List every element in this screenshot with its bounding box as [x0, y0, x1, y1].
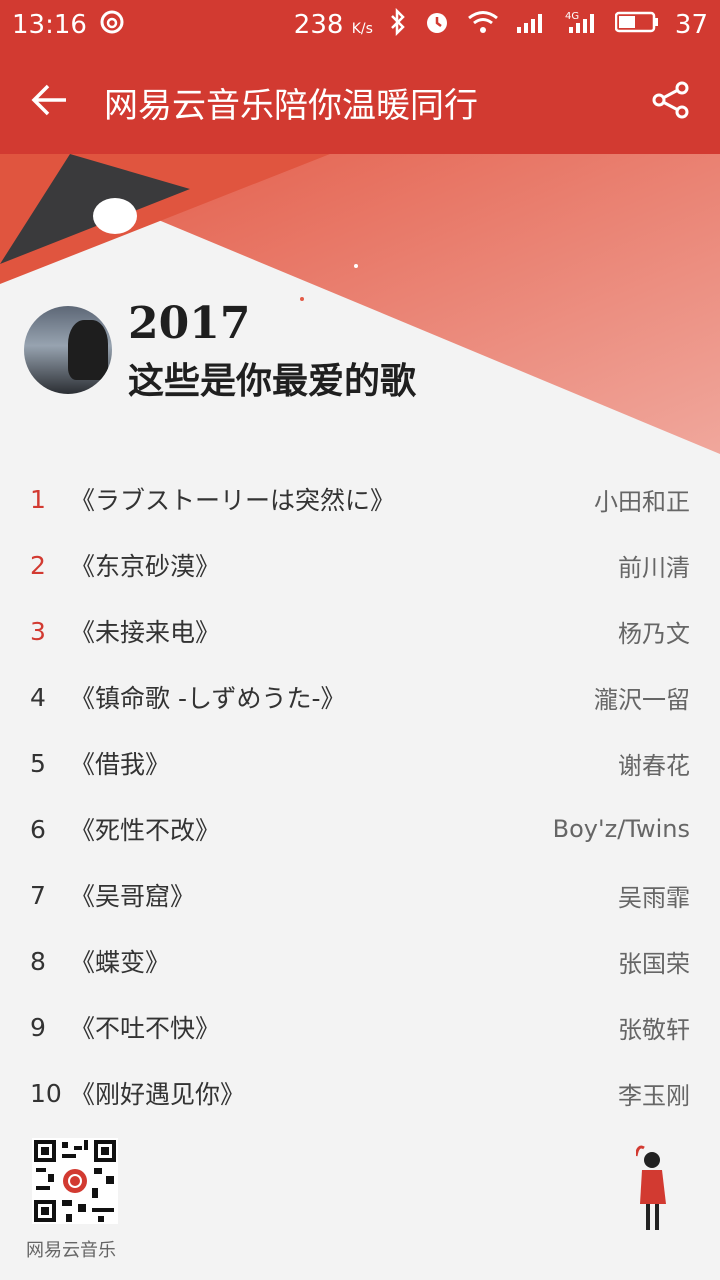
- song-row[interactable]: 2 《东京砂漠》 前川清: [0, 532, 720, 598]
- song-row[interactable]: 5 《借我》 谢春花: [0, 730, 720, 796]
- song-rank: 2: [30, 550, 46, 580]
- song-title: 《刚好遇见你》: [70, 1080, 246, 1109]
- song-row[interactable]: 9 《不吐不快》 张敬轩: [0, 994, 720, 1060]
- netease-logo-icon: [99, 9, 125, 42]
- battery-icon: [614, 9, 659, 42]
- song-rank: 10: [30, 1078, 62, 1108]
- qr-label: 网易云音乐: [26, 1240, 116, 1261]
- bluetooth-icon: [389, 7, 407, 43]
- song-title: 《吴哥窟》: [70, 882, 196, 911]
- song-rank: 9: [30, 1012, 46, 1042]
- battery-level: 37: [674, 10, 708, 40]
- song-rank: 5: [30, 748, 46, 778]
- banner-decoration: [0, 154, 720, 484]
- person-illustration-icon: [634, 1142, 672, 1234]
- song-row[interactable]: 1 《ラブストーリーは突然に》 小田和正: [0, 466, 720, 532]
- 4g-signal-icon: 4G: [565, 9, 599, 42]
- song-rank: 8: [30, 946, 46, 976]
- page-title: 网易云音乐陪你温暖同行: [104, 85, 478, 126]
- network-speed: 238 K/s: [293, 10, 373, 40]
- song-title: 《ラブストーリーは突然に》: [70, 486, 396, 515]
- song-row[interactable]: 4 《镇命歌 -しずめうた-》 瀧沢一留: [0, 664, 720, 730]
- alarm-icon: [423, 8, 451, 43]
- song-artist: 谢春花: [618, 751, 690, 780]
- avatar: [24, 306, 112, 394]
- song-artist: 杨乃文: [618, 619, 690, 648]
- song-list: 1 《ラブストーリーは突然に》 小田和正 2 《东京砂漠》 前川清 3 《未接来…: [0, 466, 720, 1126]
- headline: 这些是你最爱的歌: [128, 360, 417, 402]
- song-title: 《死性不改》: [70, 816, 221, 845]
- song-title: 《借我》: [70, 750, 171, 779]
- song-artist: 吴雨霏: [618, 883, 690, 912]
- back-arrow-icon[interactable]: [28, 79, 70, 125]
- song-title: 《东京砂漠》: [70, 552, 221, 581]
- qr-code: [32, 1138, 118, 1224]
- song-row[interactable]: 8 《蝶变》 张国荣: [0, 928, 720, 994]
- svg-text:4G: 4G: [565, 11, 579, 22]
- song-title: 《不吐不快》: [70, 1014, 221, 1043]
- song-rank: 3: [30, 616, 46, 646]
- song-row[interactable]: 7 《吴哥窟》 吴雨霏: [0, 862, 720, 928]
- song-title: 《未接来电》: [70, 618, 221, 647]
- status-bar: 13:16 238 K/s 4G 37: [0, 0, 720, 50]
- speed-unit: K/s: [351, 21, 373, 37]
- song-row[interactable]: 10 《刚好遇见你》 李玉刚: [0, 1060, 720, 1126]
- song-artist: 前川清: [618, 553, 690, 582]
- song-artist: 小田和正: [594, 487, 690, 516]
- song-row[interactable]: 6 《死性不改》 Boy'z/Twins: [0, 796, 720, 862]
- song-artist: 张国荣: [618, 949, 690, 978]
- song-title: 《镇命歌 -しずめうた-》: [70, 684, 346, 713]
- song-rank: 7: [30, 880, 46, 910]
- wifi-icon: [467, 9, 499, 42]
- song-rank: 4: [30, 682, 46, 712]
- song-artist: Boy'z/Twins: [552, 815, 690, 843]
- app-bar: 网易云音乐陪你温暖同行: [0, 50, 720, 154]
- song-artist: 张敬轩: [618, 1015, 690, 1044]
- song-artist: 李玉刚: [618, 1081, 690, 1110]
- song-rank: 1: [30, 484, 46, 514]
- signal-icon: [515, 9, 549, 42]
- year-heading: 2017: [128, 298, 251, 349]
- song-rank: 6: [30, 814, 46, 844]
- song-row[interactable]: 3 《未接来电》 杨乃文: [0, 598, 720, 664]
- song-title: 《蝶变》: [70, 948, 171, 977]
- share-icon[interactable]: [650, 79, 692, 125]
- status-time: 13:16: [12, 10, 87, 40]
- song-artist: 瀧沢一留: [594, 685, 690, 714]
